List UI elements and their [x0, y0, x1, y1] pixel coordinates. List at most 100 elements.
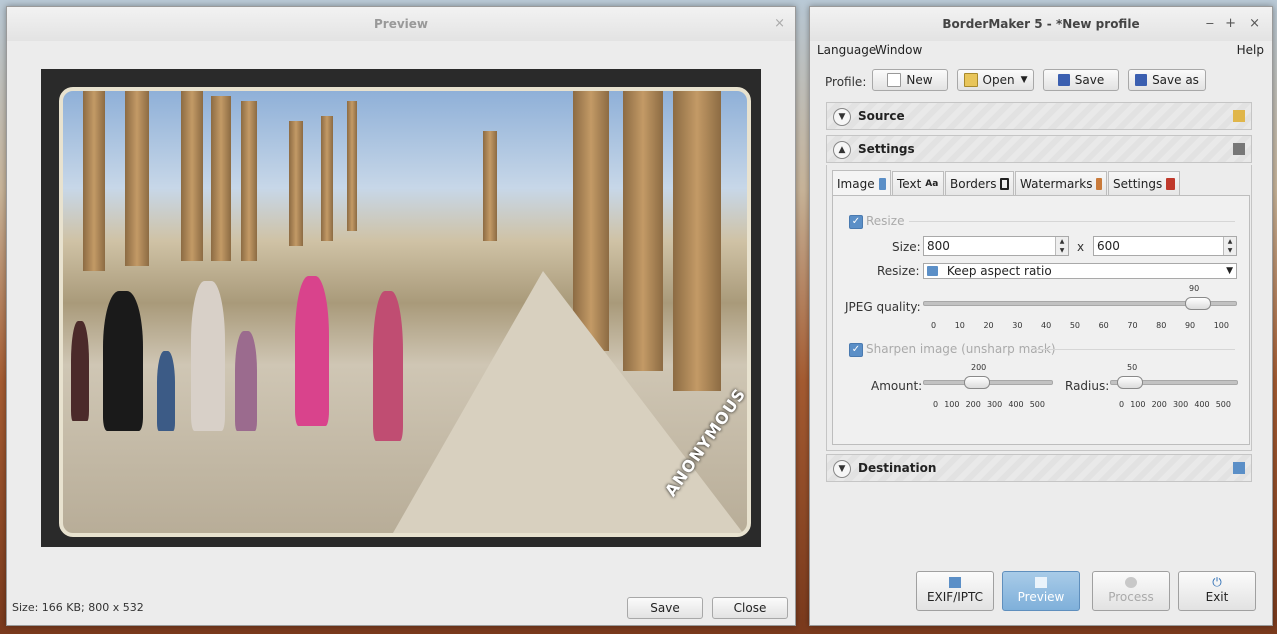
tab-watermarks[interactable]: Watermarks [1015, 171, 1107, 195]
amount-tick-label: 500 [1029, 400, 1045, 409]
save-disk-icon [1057, 74, 1070, 86]
chevron-down-icon[interactable]: ▼ [1226, 264, 1233, 278]
resize-checkbox[interactable]: ✓ [849, 215, 863, 229]
amount-tick-label: 400 [1008, 400, 1024, 409]
height-value: 600 [1097, 239, 1120, 253]
folder-icon [1233, 110, 1245, 122]
preview-close-icon[interactable]: × [774, 7, 785, 41]
preview-button-label: Preview [1017, 590, 1065, 604]
amount-tick-label: 300 [986, 400, 1003, 409]
jpeg-quality-value: 90 [1189, 284, 1200, 293]
open-profile-button[interactable]: Open ▼ [957, 69, 1034, 91]
image-icon [927, 266, 938, 276]
radius-tick-label: 0 [1119, 400, 1125, 409]
width-spinner-arrows[interactable]: ▲ ▼ [1055, 237, 1068, 255]
save-as-button-label: Save as [1152, 73, 1199, 87]
source-section-header[interactable]: ▼ Source [826, 102, 1252, 130]
height-input[interactable]: 600 ▲ ▼ [1093, 236, 1237, 256]
amount-tick-label: 100 [944, 400, 960, 409]
tab-watermarks-label: Watermarks [1020, 176, 1093, 191]
radius-slider[interactable] [1117, 376, 1143, 389]
process-button[interactable]: Process [1092, 571, 1170, 611]
image-tab-body: ✓ Resize Size: 800 ▲ ▼ x 600 ▲ ▼ Resize: K… [832, 195, 1250, 445]
radius-tick-label: 400 [1194, 400, 1210, 409]
tab-settings[interactable]: Settings [1108, 171, 1180, 195]
preview-button[interactable]: Preview [1002, 571, 1080, 611]
jpeg-quality-label: JPEG quality: [845, 300, 921, 314]
jpeg-tick-label: 30 [1012, 321, 1023, 330]
minimize-icon[interactable]: ‒ [1206, 7, 1214, 41]
profile-toolbar: Profile: New Open ▼ Save Save as [810, 69, 1272, 95]
save-as-disk-icon [1135, 74, 1148, 86]
exif-iptc-button[interactable]: EXIF/IPTC [916, 571, 994, 611]
menu-window[interactable]: Window [875, 43, 922, 57]
jpeg-tick-label: 90 [1184, 321, 1196, 330]
open-folder-icon [963, 73, 978, 87]
preview-close-button[interactable]: Close [712, 597, 788, 619]
chevron-down-icon[interactable]: ▼ [833, 108, 851, 126]
radius-tick-label: 200 [1151, 400, 1167, 409]
preview-window: Preview × ANONYMOUS Size: 166 KB; 800 x … [6, 6, 796, 626]
resize-mode-select[interactable]: Keep aspect ratio ▼ [923, 263, 1237, 279]
save-button-label: Save [1074, 73, 1105, 87]
preview-image-canvas: ANONYMOUS [41, 69, 761, 547]
radius-tick-label: 100 [1130, 400, 1146, 409]
close-icon[interactable]: × [1249, 7, 1260, 41]
save-profile-button[interactable]: Save [1043, 69, 1119, 91]
chevron-up-icon[interactable]: ▲ [833, 141, 851, 159]
menu-help[interactable]: Help [1237, 43, 1264, 57]
keyboard-icon [1233, 143, 1245, 155]
destination-section-header[interactable]: ▼ Destination [826, 454, 1252, 482]
bordermaker-window: BorderMaker 5 - *New profile ‒ + × Langu… [809, 6, 1273, 626]
preview-title: Preview [373, 17, 428, 31]
open-button-label: Open [982, 73, 1015, 87]
save-as-profile-button[interactable]: Save as [1128, 69, 1206, 91]
new-button-label: New [906, 73, 933, 87]
chevron-down-icon[interactable]: ▼ [1021, 75, 1028, 85]
new-file-icon [887, 73, 902, 87]
width-input[interactable]: 800 ▲ ▼ [923, 236, 1069, 256]
amount-label: Amount: [871, 379, 923, 393]
amount-ticks: 0 100 200 300 400 500 [933, 400, 1045, 409]
exif-button-label: EXIF/IPTC [926, 590, 984, 604]
destination-section-title: Destination [858, 461, 937, 475]
bm-title: BorderMaker 5 - *New profile [942, 17, 1140, 31]
sharpen-checkbox-label: Sharpen image (unsharp mask) [866, 342, 1056, 356]
tab-image[interactable]: Image [832, 170, 891, 196]
amount-slider[interactable] [963, 376, 990, 389]
preview-save-button[interactable]: Save [627, 597, 703, 619]
resize-checkbox-label: Resize [866, 214, 905, 228]
jpeg-tick-label: 40 [1041, 321, 1052, 330]
menu-language[interactable]: Language [817, 43, 876, 57]
process-button-label: Process [1108, 590, 1154, 604]
settings-section-header[interactable]: ▲ Settings [826, 135, 1252, 163]
new-profile-button[interactable]: New [872, 69, 948, 91]
maximize-icon[interactable]: + [1225, 7, 1236, 41]
jpeg-quality-slider[interactable] [1185, 297, 1212, 310]
preview-titlebar[interactable]: Preview × [7, 7, 795, 41]
amount-tick-label: 0 [933, 400, 939, 409]
chevron-down-icon[interactable]: ▼ [833, 460, 851, 478]
exit-button[interactable]: ⏻ Exit [1178, 571, 1256, 611]
toolbox-icon [1166, 177, 1175, 190]
menubar: Language Window Help [810, 41, 1272, 61]
exif-icon [949, 577, 961, 588]
jpeg-tick-label: 10 [954, 321, 965, 330]
border-icon [1000, 177, 1009, 190]
preview-photo [59, 87, 751, 537]
image-size-status: Size: 166 KB; 800 x 532 [12, 601, 144, 614]
tab-text[interactable]: Text Aa [892, 171, 944, 195]
radius-label: Radius: [1065, 379, 1110, 393]
tab-borders[interactable]: Borders [945, 171, 1014, 195]
jpeg-tick-label: 60 [1098, 321, 1109, 330]
monitor-icon [1233, 462, 1245, 474]
stamp-icon [1096, 177, 1102, 190]
sharpen-checkbox[interactable]: ✓ [849, 343, 863, 357]
size-separator: x [1077, 240, 1085, 254]
amount-tick-label: 200 [965, 400, 981, 409]
radius-ticks: 0 100 200 300 400 500 [1119, 400, 1231, 409]
height-spinner-arrows[interactable]: ▲ ▼ [1223, 237, 1236, 255]
bm-titlebar[interactable]: BorderMaker 5 - *New profile ‒ + × [810, 7, 1272, 41]
jpeg-quality-ticks: 0 10 20 30 40 50 60 70 80 90 100 [931, 321, 1229, 330]
tab-image-label: Image [837, 176, 875, 191]
